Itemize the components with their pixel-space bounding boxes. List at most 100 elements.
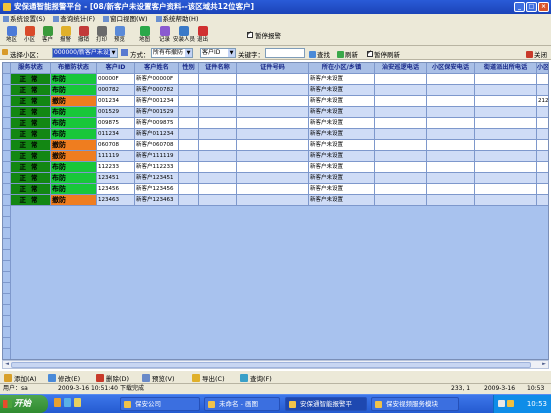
refresh-button[interactable]: 刷新 [337, 49, 358, 59]
table-cell[interactable] [237, 206, 309, 217]
table-cell[interactable] [11, 283, 51, 294]
table-cell[interactable] [135, 228, 179, 239]
pause-refresh-checkbox[interactable] [367, 49, 373, 57]
extra-cell[interactable] [537, 118, 548, 129]
customer-button[interactable]: 客户 [38, 25, 57, 45]
table-cell[interactable] [237, 316, 309, 327]
row-indicator[interactable] [3, 74, 11, 85]
row-indicator[interactable] [3, 305, 11, 316]
table-cell[interactable] [199, 316, 237, 327]
zone-cell[interactable]: 新客户未设置 [309, 195, 375, 206]
table-cell[interactable] [97, 349, 135, 359]
table-cell[interactable] [427, 316, 475, 327]
quicklaunch-ie-icon[interactable] [64, 398, 71, 407]
table-cell[interactable] [51, 349, 97, 359]
customer-name-cell[interactable]: 新客户111119 [135, 151, 179, 162]
table-cell[interactable] [135, 294, 179, 305]
table-cell[interactable] [179, 118, 199, 129]
table-cell[interactable] [51, 250, 97, 261]
table-cell[interactable] [97, 294, 135, 305]
table-cell[interactable] [179, 140, 199, 151]
menu-window-view[interactable]: 窗口视图(W) [103, 14, 148, 24]
service-status-cell[interactable]: 正常 [11, 173, 51, 184]
service-status-cell[interactable]: 正常 [11, 96, 51, 107]
table-cell[interactable] [475, 151, 537, 162]
table-cell[interactable] [375, 327, 427, 338]
table-cell[interactable] [537, 327, 548, 338]
pause-alarm-toggle[interactable]: 暂停报警 [247, 30, 281, 40]
customer-id-cell[interactable]: 001234 [97, 96, 135, 107]
zone-cell[interactable]: 新客户未设置 [309, 96, 375, 107]
table-cell[interactable] [475, 327, 537, 338]
table-cell[interactable] [375, 250, 427, 261]
alarm-button[interactable]: 报警 [56, 25, 75, 45]
table-cell[interactable] [309, 349, 375, 359]
table-cell[interactable] [179, 327, 199, 338]
table-cell[interactable] [11, 294, 51, 305]
extra-cell[interactable] [537, 162, 548, 173]
table-row[interactable]: 正常 布防 000782 新客户000782 新客户未设置 [3, 85, 548, 96]
row-indicator[interactable] [3, 173, 11, 184]
table-cell[interactable] [51, 272, 97, 283]
extra-cell[interactable] [537, 173, 548, 184]
table-cell[interactable] [179, 272, 199, 283]
col-patrol-phone[interactable]: 治安巡逻电话 [375, 63, 427, 74]
col-extra[interactable]: 小区 [537, 63, 548, 74]
col-customer-id[interactable]: 客户ID [97, 63, 135, 74]
table-cell[interactable] [11, 250, 51, 261]
row-indicator[interactable] [3, 140, 11, 151]
quicklaunch-browser-icon[interactable] [54, 398, 61, 407]
col-customer-name[interactable]: 客户姓名 [135, 63, 179, 74]
table-cell[interactable] [199, 272, 237, 283]
find-button[interactable]: 查找 [309, 49, 330, 59]
table-cell[interactable] [309, 217, 375, 228]
table-cell[interactable] [97, 338, 135, 349]
table-cell[interactable] [237, 217, 309, 228]
extra-cell[interactable] [537, 140, 548, 151]
table-cell[interactable] [199, 107, 237, 118]
table-cell[interactable] [427, 305, 475, 316]
maximize-button[interactable]: □ [526, 2, 537, 12]
table-cell[interactable] [475, 316, 537, 327]
table-cell[interactable] [11, 327, 51, 338]
table-cell[interactable] [97, 316, 135, 327]
empty-row[interactable] [3, 261, 548, 272]
row-indicator[interactable] [3, 129, 11, 140]
table-cell[interactable] [237, 74, 309, 85]
row-indicator[interactable] [3, 195, 11, 206]
arm-status-cell[interactable]: 布防 [51, 162, 97, 173]
table-cell[interactable] [97, 239, 135, 250]
row-indicator[interactable] [3, 217, 11, 228]
table-cell[interactable] [11, 305, 51, 316]
table-cell[interactable] [475, 74, 537, 85]
table-cell[interactable] [537, 316, 548, 327]
table-cell[interactable] [375, 85, 427, 96]
table-cell[interactable] [309, 228, 375, 239]
table-cell[interactable] [199, 129, 237, 140]
extra-cell[interactable] [537, 195, 548, 206]
table-cell[interactable] [97, 327, 135, 338]
extra-cell[interactable] [537, 184, 548, 195]
table-cell[interactable] [199, 74, 237, 85]
arm-status-cell[interactable]: 布防 [51, 173, 97, 184]
table-cell[interactable] [237, 162, 309, 173]
table-cell[interactable] [427, 118, 475, 129]
customer-id-cell[interactable]: 123456 [97, 184, 135, 195]
table-cell[interactable] [475, 217, 537, 228]
table-cell[interactable] [475, 228, 537, 239]
table-cell[interactable] [199, 217, 237, 228]
table-cell[interactable] [135, 283, 179, 294]
table-cell[interactable] [199, 96, 237, 107]
table-cell[interactable] [11, 338, 51, 349]
table-cell[interactable] [309, 316, 375, 327]
row-indicator[interactable] [3, 283, 11, 294]
scroll-right-icon[interactable]: ► [540, 361, 548, 368]
table-cell[interactable] [237, 151, 309, 162]
table-cell[interactable] [427, 173, 475, 184]
col-security-phone[interactable]: 小区保安电话 [427, 63, 475, 74]
table-cell[interactable] [97, 228, 135, 239]
table-cell[interactable] [11, 272, 51, 283]
zone-cell[interactable]: 新客户未设置 [309, 140, 375, 151]
col-gender[interactable]: 性别 [179, 63, 199, 74]
table-cell[interactable] [135, 261, 179, 272]
